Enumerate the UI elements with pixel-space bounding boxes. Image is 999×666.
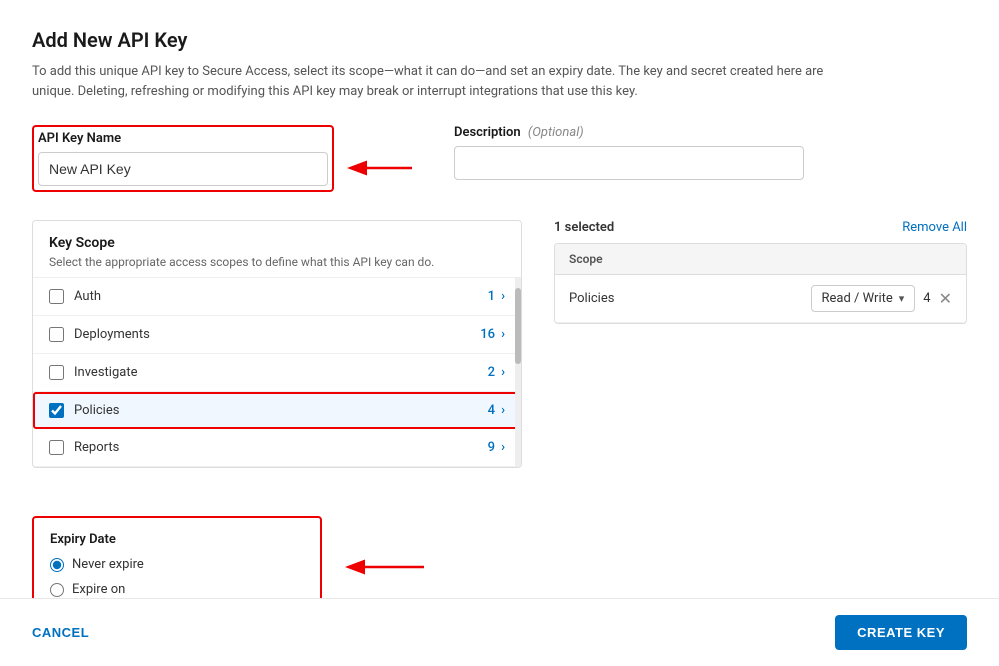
scope-item-deployments[interactable]: Deployments 16 › xyxy=(33,316,521,354)
selected-table: Scope Policies Read / Write ▾ 4 ✕ xyxy=(554,243,967,324)
scope-name-policies: Policies xyxy=(74,403,488,418)
remove-scope-button[interactable]: ✕ xyxy=(939,291,952,307)
expiry-title: Expiry Date xyxy=(50,532,304,547)
arrow-api-key xyxy=(342,153,422,183)
chevron-icon-auth: › xyxy=(501,289,505,304)
description-group: Description (Optional) xyxy=(454,125,804,192)
page-description: To add this unique API key to Secure Acc… xyxy=(32,62,852,101)
scope-checkbox-policies[interactable] xyxy=(49,403,64,418)
api-key-name-input[interactable] xyxy=(38,152,328,186)
bottom-bar: CANCEL CREATE KEY xyxy=(0,598,999,666)
scope-sub-count: 4 xyxy=(923,291,930,306)
expire-on-option[interactable]: Expire on xyxy=(50,582,304,597)
chevron-down-icon: ▾ xyxy=(899,292,905,305)
selected-panel: 1 selected Remove All Scope Policies Rea… xyxy=(554,220,967,468)
expire-on-label: Expire on xyxy=(72,582,125,597)
scope-name-investigate: Investigate xyxy=(74,365,488,380)
cancel-button[interactable]: CANCEL xyxy=(32,625,89,640)
api-key-name-highlight: API Key Name xyxy=(32,125,334,192)
selected-header: 1 selected Remove All xyxy=(554,220,967,235)
scope-list: Auth 1 › Deployments 16 › Investigat xyxy=(33,277,521,467)
permission-value: Read / Write xyxy=(822,291,893,306)
scope-checkbox-investigate[interactable] xyxy=(49,365,64,380)
key-scope-desc: Select the appropriate access scopes to … xyxy=(49,255,505,269)
never-expire-option[interactable]: Never expire xyxy=(50,557,304,572)
api-key-name-group: API Key Name xyxy=(38,131,328,186)
scope-count-auth: 1 xyxy=(488,289,495,304)
optional-label: (Optional) xyxy=(528,125,584,140)
selected-scope-name: Policies xyxy=(569,291,811,306)
key-scope-title: Key Scope xyxy=(49,235,505,251)
scope-count-deployments: 16 xyxy=(480,327,495,342)
never-expire-label: Never expire xyxy=(72,557,144,572)
selected-count: 1 selected xyxy=(554,220,614,235)
scope-name-deployments: Deployments xyxy=(74,327,480,342)
top-form-row: API Key Name Description (Optional) xyxy=(32,125,967,192)
api-key-name-label: API Key Name xyxy=(38,131,328,146)
scope-item-reports[interactable]: Reports 9 › xyxy=(33,429,521,467)
scope-checkbox-reports[interactable] xyxy=(49,440,64,455)
main-content: Key Scope Select the appropriate access … xyxy=(32,220,967,468)
scope-name-auth: Auth xyxy=(74,289,488,304)
arrow-expiry xyxy=(342,552,432,582)
expire-on-radio[interactable] xyxy=(50,583,64,597)
key-scope-header: Key Scope Select the appropriate access … xyxy=(33,221,521,277)
scope-scrollbar-thumb xyxy=(515,288,521,364)
chevron-icon-reports: › xyxy=(501,440,505,455)
never-expire-radio[interactable] xyxy=(50,558,64,572)
description-input[interactable] xyxy=(454,146,804,180)
scope-checkbox-deployments[interactable] xyxy=(49,327,64,342)
scope-checkbox-auth[interactable] xyxy=(49,289,64,304)
scope-count-policies: 4 xyxy=(488,403,495,418)
scope-count-investigate: 2 xyxy=(488,365,495,380)
create-key-button[interactable]: CREATE KEY xyxy=(835,615,967,650)
page-title: Add New API Key xyxy=(32,28,967,52)
chevron-icon-investigate: › xyxy=(501,365,505,380)
scope-count-reports: 9 xyxy=(488,440,495,455)
permission-dropdown[interactable]: Read / Write ▾ xyxy=(811,285,916,312)
scope-name-reports: Reports xyxy=(74,440,488,455)
chevron-icon-deployments: › xyxy=(501,327,505,342)
scope-item-auth[interactable]: Auth 1 › xyxy=(33,278,521,316)
description-label: Description (Optional) xyxy=(454,125,804,140)
scope-item-policies[interactable]: Policies 4 › xyxy=(33,392,521,429)
scope-item-investigate[interactable]: Investigate 2 › xyxy=(33,354,521,392)
selected-table-header: Scope xyxy=(555,244,966,275)
key-scope-section: Key Scope Select the appropriate access … xyxy=(32,220,522,468)
remove-all-button[interactable]: Remove All xyxy=(902,220,967,235)
chevron-icon-policies: › xyxy=(501,403,505,418)
scope-scrollbar[interactable] xyxy=(515,278,521,467)
table-row: Policies Read / Write ▾ 4 ✕ xyxy=(555,275,966,323)
